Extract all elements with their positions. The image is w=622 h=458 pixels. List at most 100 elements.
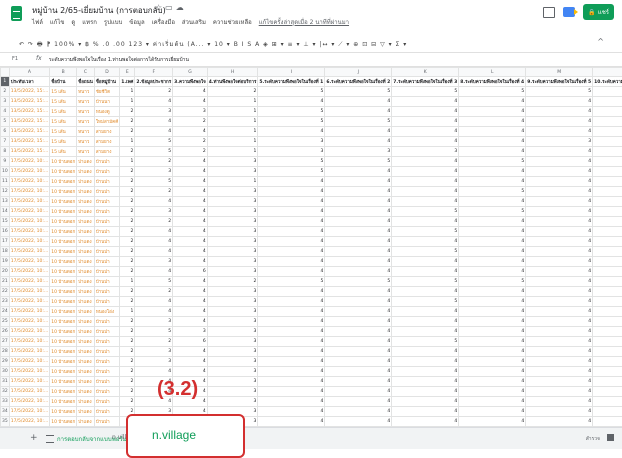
menu-addons[interactable]: ส่วนเสริม xyxy=(182,19,206,26)
row-number[interactable]: 28 xyxy=(1,347,10,357)
data-cell[interactable]: 4 xyxy=(258,337,325,347)
data-cell[interactable]: 4 xyxy=(173,127,208,137)
data-cell[interactable]: ป่าแดง xyxy=(77,307,95,317)
data-cell[interactable]: 10 บ้านดอก xyxy=(50,337,77,347)
row-number[interactable]: 3 xyxy=(1,97,10,107)
data-cell[interactable]: 13/5/2022, 15:... xyxy=(9,137,49,147)
data-cell[interactable]: บ้านป่า xyxy=(94,367,119,377)
data-cell[interactable]: 15 เส้น xyxy=(50,147,77,157)
data-cell[interactable]: 4 xyxy=(173,257,208,267)
column-header[interactable]: L xyxy=(459,68,526,77)
row-number[interactable]: 16 xyxy=(1,227,10,237)
column-header[interactable]: H xyxy=(207,68,258,77)
data-cell[interactable]: ป่าแดง xyxy=(77,287,95,297)
all-sheets-icon[interactable] xyxy=(46,435,54,443)
data-cell[interactable]: 3 xyxy=(207,197,258,207)
data-cell[interactable]: 2 xyxy=(120,107,135,117)
data-cell[interactable]: 4 xyxy=(325,287,392,297)
header-cell[interactable]: 1.เพศ xyxy=(120,77,135,87)
data-cell[interactable]: 4 xyxy=(258,287,325,297)
menu-file[interactable]: ไฟล์ xyxy=(32,19,43,26)
data-cell[interactable]: 5 xyxy=(459,277,526,287)
data-cell[interactable]: 3 xyxy=(207,267,258,277)
row-number[interactable]: 27 xyxy=(1,337,10,347)
data-cell[interactable]: 13/5/2022, 15:... xyxy=(9,127,49,137)
data-cell[interactable]: 2 xyxy=(120,377,135,387)
data-cell[interactable]: 5 xyxy=(459,87,526,97)
data-cell[interactable]: 2 xyxy=(135,337,173,347)
data-cell[interactable]: 4 xyxy=(392,157,459,167)
data-cell[interactable]: 4 xyxy=(325,337,392,347)
data-cell[interactable]: 4 xyxy=(593,377,622,387)
data-cell[interactable]: 2 xyxy=(120,207,135,217)
data-cell[interactable]: 4 xyxy=(526,347,593,357)
row-number[interactable]: 10 xyxy=(1,167,10,177)
column-header[interactable]: J xyxy=(325,68,392,77)
data-cell[interactable]: 5 xyxy=(392,247,459,257)
data-cell[interactable]: 3 xyxy=(207,187,258,197)
data-cell[interactable]: 10 บ้านดอก xyxy=(50,397,77,407)
data-cell[interactable]: 2 xyxy=(120,337,135,347)
data-cell[interactable]: 2 xyxy=(120,187,135,197)
data-cell[interactable]: 4 xyxy=(392,257,459,267)
data-cell[interactable]: 4 xyxy=(593,237,622,247)
row-number[interactable]: 19 xyxy=(1,257,10,267)
data-cell[interactable]: 4 xyxy=(325,187,392,197)
data-cell[interactable]: 3 xyxy=(207,327,258,337)
data-cell[interactable]: 4 xyxy=(173,367,208,377)
data-cell[interactable]: 2 xyxy=(120,317,135,327)
data-cell[interactable]: 4 xyxy=(593,97,622,107)
data-cell[interactable]: 15 เส้น xyxy=(50,127,77,137)
last-edit-link[interactable]: แก้ไขครั้งล่าสุดเมื่อ 2 นาทีที่ผ่านมา xyxy=(259,19,349,26)
data-cell[interactable]: 2 xyxy=(173,147,208,157)
data-cell[interactable]: 4 xyxy=(392,167,459,177)
data-cell[interactable]: 4 xyxy=(526,107,593,117)
data-cell[interactable]: บ้านป่า xyxy=(94,377,119,387)
data-cell[interactable]: 4 xyxy=(593,277,622,287)
data-cell[interactable]: 4 xyxy=(135,117,173,127)
data-cell[interactable]: 4 xyxy=(526,337,593,347)
data-cell[interactable]: 4 xyxy=(459,327,526,337)
side-panel-toggle-icon[interactable] xyxy=(607,434,614,441)
data-cell[interactable]: ป่าแดง xyxy=(77,337,95,347)
data-cell[interactable]: หนาว xyxy=(77,87,95,97)
data-cell[interactable]: 10 บ้านดอก xyxy=(50,207,77,217)
data-cell[interactable]: 4 xyxy=(325,267,392,277)
data-cell[interactable]: 4 xyxy=(459,307,526,317)
data-cell[interactable]: 10 บ้านดอก xyxy=(50,327,77,337)
data-cell[interactable]: 4 xyxy=(459,417,526,427)
sheets-logo-icon[interactable] xyxy=(11,6,22,21)
data-cell[interactable]: 4 xyxy=(258,127,325,137)
data-cell[interactable]: 4 xyxy=(173,87,208,97)
data-cell[interactable]: บ้านป่า xyxy=(94,407,119,417)
data-cell[interactable]: 4 xyxy=(392,387,459,397)
data-cell[interactable]: 4 xyxy=(392,97,459,107)
data-cell[interactable]: 2 xyxy=(120,217,135,227)
column-header[interactable]: A xyxy=(9,68,49,77)
data-cell[interactable]: 4 xyxy=(459,377,526,387)
data-cell[interactable]: บ้านป่า xyxy=(94,207,119,217)
data-cell[interactable]: 2 xyxy=(120,267,135,277)
data-cell[interactable]: 15 เส้น xyxy=(50,117,77,127)
data-cell[interactable]: 4 xyxy=(526,97,593,107)
column-header[interactable]: D xyxy=(94,68,119,77)
data-cell[interactable]: 4 xyxy=(459,317,526,327)
data-cell[interactable]: 5 xyxy=(135,147,173,157)
data-cell[interactable]: 5 xyxy=(392,277,459,287)
data-cell[interactable]: 4 xyxy=(459,257,526,267)
data-cell[interactable]: 15 เส้น xyxy=(50,137,77,147)
data-cell[interactable]: 4 xyxy=(258,397,325,407)
data-cell[interactable]: 3 xyxy=(207,347,258,357)
data-cell[interactable]: 4 xyxy=(173,347,208,357)
data-cell[interactable]: 4 xyxy=(173,357,208,367)
data-cell[interactable]: 10 บ้านดอก xyxy=(50,317,77,327)
data-cell[interactable]: 4 xyxy=(258,257,325,267)
data-cell[interactable]: หนาว xyxy=(77,107,95,117)
data-cell[interactable]: 4 xyxy=(392,137,459,147)
data-cell[interactable]: ป่าแดง xyxy=(77,367,95,377)
data-cell[interactable]: 4 xyxy=(173,277,208,287)
data-cell[interactable]: 4 xyxy=(459,97,526,107)
data-cell[interactable]: 5 xyxy=(392,227,459,237)
header-cell[interactable]: 2.ข้อมูลประชากร xyxy=(135,77,173,87)
data-cell[interactable]: 4 xyxy=(459,387,526,397)
